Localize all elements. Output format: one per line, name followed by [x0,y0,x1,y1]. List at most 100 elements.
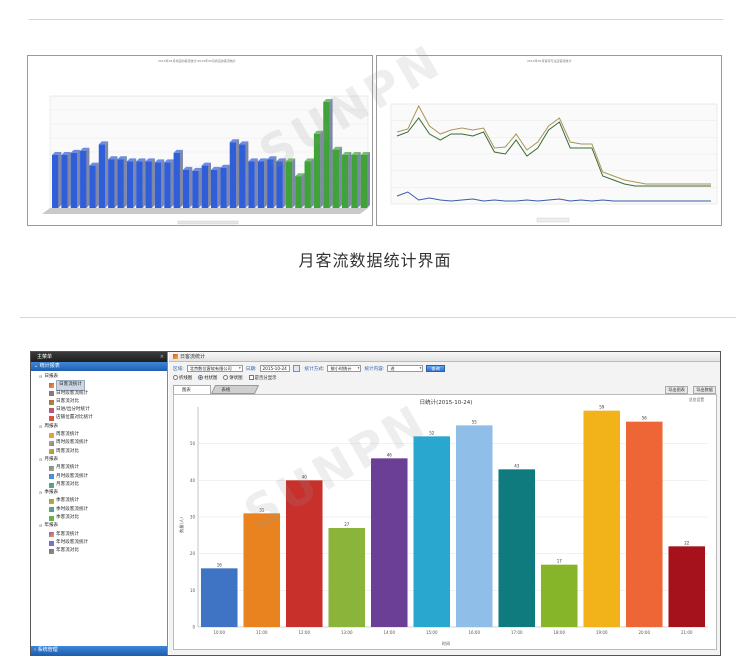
calendar-icon[interactable] [292,365,300,372]
bar [304,161,311,208]
tree-item[interactable]: 季时段客流统计 [35,506,167,514]
x-tick-label: 13:00 [341,630,353,635]
radio-label: 柱状图 [204,375,218,381]
tree-item[interactable]: 周时段客流统计 [35,439,167,447]
bar [239,144,246,208]
page-caption: 月客流数据统计界面 [298,251,452,270]
tree-item-label: 月客流统计 [56,465,79,471]
tree-item[interactable]: 年客流统计 [35,531,167,539]
tree-item-label: 年时段客流统计 [56,539,89,545]
tree-group[interactable]: ⊟ 月报表 [35,456,167,464]
tree-item[interactable]: 年客流对比 [35,547,167,555]
bar [248,161,255,208]
checkbox-icon [248,375,254,380]
checkbox-label: 是否分显示 [254,375,277,381]
radio-line-chart[interactable]: 折线图 [173,375,192,381]
bar [625,421,663,627]
bar-side [133,158,137,208]
tree-item[interactable]: 季客流统计 [35,497,167,505]
tree-item[interactable]: 日客流统计 [35,380,167,391]
bar [211,169,218,208]
radio-pie-chart[interactable]: 饼状图 [223,375,243,381]
window-titlebar: 日客流统计 [169,352,720,362]
report-icon [49,432,54,438]
export-data-button[interactable]: 导出数据 [693,386,716,394]
date-value: 2015-10-24 [262,366,287,371]
bar [360,155,368,208]
dropdown-arrow-icon: ▾ [238,366,241,370]
tree-item[interactable]: 月客流对比 [35,481,167,489]
bar [70,152,78,208]
tree-group[interactable]: ⊟ 年报表 [35,522,167,530]
tree-item[interactable]: 季客流对比 [35,514,167,522]
report-icon [49,441,54,447]
bar [136,161,143,208]
query-button[interactable]: 查询 [426,365,445,372]
tree-item[interactable]: 日进/出分时统计 [35,406,167,414]
bar [182,169,190,208]
y-tick-label: 50 [190,441,196,446]
data-label: 27 [344,522,350,527]
x-tick-label: 11:00 [256,630,268,635]
bar-side [217,166,221,208]
bar [164,162,171,208]
tree-item[interactable]: 店铺位置对比统计 [35,414,167,422]
tree-item[interactable]: 周客流统计 [35,431,167,439]
report-icon [49,416,54,422]
tree-item[interactable]: 月客流统计 [35,464,167,472]
data-label: 16 [217,562,223,567]
tree-group[interactable]: ⊟ 日报表 [35,373,167,381]
tree-item-label: 日时段客流统计 [56,390,89,396]
org-select[interactable]: 北京数位客软有限公司 ▾ [186,365,243,372]
report-icon [49,548,54,554]
tab-chart[interactable]: 图表 [173,385,211,394]
tree-group[interactable]: ⊟ 季报表 [35,489,167,497]
mode-select[interactable]: 按小时统计 ▾ [327,365,362,372]
bar [145,161,152,208]
sidebar-section-system[interactable]: › 系统管理 [31,646,167,655]
mode-label: 统计方式: [304,366,325,372]
bar-side [170,159,174,208]
bar [61,155,68,208]
tree-item[interactable]: 周客流对比 [35,448,167,456]
export-chart-button[interactable]: 导出图表 [665,386,688,394]
bar [117,159,124,208]
content-select[interactable]: 进 ▾ [387,365,424,372]
split-display-checkbox[interactable]: 是否分显示 [248,375,277,381]
dropdown-arrow-icon: ▾ [419,366,422,370]
report-icon [49,482,54,488]
sidebar-section-reports[interactable]: ⌄ 统计报表 [31,362,167,371]
content-value: 进 [390,366,395,371]
org-label: 区域: [173,366,184,372]
button-label: 导出数据 [696,387,713,392]
y-tick-label: 0 [192,625,195,630]
bar-side [338,146,342,208]
report-tree: ⊟ 日报表 日客流统计 日时段客流统计日客流对比 日进/出分时统计 店铺位置对比统计 ⊟ 周报… [31,371,167,556]
chart-toolbox[interactable]: 总览设置 [689,397,704,402]
tree-group[interactable]: ⊟ 周报表 [35,423,167,431]
bar-side [161,159,165,208]
report-icon [49,532,54,538]
bar [332,149,339,208]
radio-label: 饼状图 [229,375,243,381]
bar [583,410,621,627]
bar-side [226,164,230,208]
bar-side [245,141,249,208]
report-icon [49,474,54,480]
tree-item[interactable]: 日时段客流统计 [35,390,167,398]
bar [98,144,106,208]
data-label: 22 [684,540,690,545]
tab-table[interactable]: 表格 [210,385,260,394]
date-input[interactable]: 2015-10-24 [259,365,290,372]
tree-item[interactable]: 日客流对比 [35,398,167,406]
bar-side [301,173,305,208]
radio-bar-chart[interactable]: 柱状图 [198,375,217,381]
tree-item[interactable]: 年时段客流统计 [35,539,167,547]
bar-side [189,166,193,208]
tree-item[interactable]: 月时段客流统计 [35,473,167,481]
close-icon[interactable]: × [160,352,164,362]
x-tick-label: 14:00 [383,630,395,635]
x-tick-label: 18:00 [553,630,565,635]
button-label: 导出图表 [668,387,685,392]
tree-item-label: 月时段客流统计 [56,473,89,479]
